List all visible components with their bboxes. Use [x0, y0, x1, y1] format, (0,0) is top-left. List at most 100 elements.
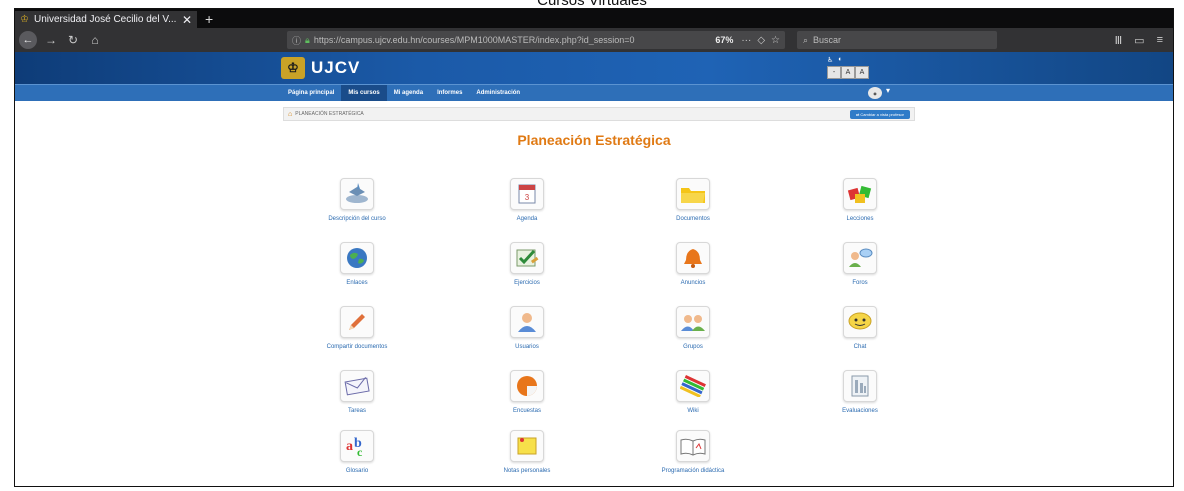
contrast-icon[interactable]: ◐	[838, 56, 842, 64]
tool-glossary[interactable]: abc Glosario	[282, 430, 432, 474]
tool-wiki[interactable]: Wiki	[618, 370, 768, 414]
book-icon	[676, 430, 710, 462]
menu-item-home[interactable]: Página principal	[281, 85, 341, 101]
navigation-bar: ← → ↻ ⌂ ⓘ 🔒︎ https://campus.ujcv.edu.hn/…	[15, 28, 1173, 52]
tool-label: Glosario	[345, 468, 369, 474]
address-bar[interactable]: ⓘ 🔒︎ https://campus.ujcv.edu.hn/courses/…	[287, 31, 785, 49]
tool-assignments[interactable]: Tareas	[282, 370, 432, 414]
toolbar-right: Ⅲ ▭ ≡	[1115, 34, 1169, 47]
tool-teaching-schedule[interactable]: Programación didáctica	[618, 430, 768, 474]
tool-label: Encuestas	[512, 408, 542, 414]
main-menu: Página principal Mis cursos Mi agenda In…	[281, 85, 527, 101]
breadcrumb-home-icon[interactable]: ⌂	[288, 111, 292, 118]
close-tab-icon[interactable]: ✕	[182, 13, 192, 27]
tool-share-documents[interactable]: Compartir documentos	[282, 306, 432, 350]
zoom-level[interactable]: 67%	[715, 35, 733, 45]
wiki-icon	[676, 370, 710, 402]
breadcrumb-course[interactable]: PLANEACIÓN ESTRATÉGICA	[295, 111, 364, 117]
tool-forums[interactable]: Foros	[785, 242, 935, 286]
tool-users[interactable]: Usuarios	[452, 306, 602, 350]
library-icon[interactable]: Ⅲ	[1115, 34, 1123, 47]
site-logo[interactable]: ♔ UJCV	[281, 57, 360, 79]
info-icon[interactable]: ⓘ	[292, 34, 301, 47]
tool-groups[interactable]: Grupos	[618, 306, 768, 350]
calendar-icon: 3	[510, 178, 544, 210]
menu-item-my-courses[interactable]: Mis cursos	[341, 85, 387, 101]
tool-label: Lecciones	[846, 216, 874, 222]
tool-links[interactable]: Enlaces	[282, 242, 432, 286]
search-box[interactable]: ⌕ Buscar	[797, 31, 997, 49]
font-normal-button[interactable]: A	[841, 66, 855, 79]
tool-label: Descripción del curso	[328, 216, 386, 222]
tool-documents[interactable]: Documentos	[618, 178, 768, 222]
tool-personal-notes[interactable]: Notas personales	[452, 430, 602, 474]
tool-announcements[interactable]: Anuncios	[618, 242, 768, 286]
tool-label: Grupos	[683, 344, 703, 350]
reload-icon[interactable]: ↻	[65, 33, 81, 47]
menu-item-administration[interactable]: Administración	[469, 85, 527, 101]
accessibility-icons: ♿︎ ◐	[827, 56, 869, 64]
pencil-icon	[340, 306, 374, 338]
bell-icon	[676, 242, 710, 274]
font-decrease-button[interactable]: -	[827, 66, 841, 79]
tool-label: Agenda	[516, 216, 538, 222]
menu-item-agenda[interactable]: Mi agenda	[387, 85, 430, 101]
svg-text:3: 3	[525, 193, 530, 202]
tool-chat[interactable]: Chat	[785, 306, 935, 350]
svg-text:c: c	[357, 445, 363, 458]
tool-label: Programación didáctica	[661, 468, 725, 474]
tool-label: Chat	[853, 344, 867, 350]
tool-label: Documentos	[676, 216, 710, 222]
accessibility-controls: ♿︎ ◐ - A A	[827, 56, 869, 79]
logo-text: UJCV	[311, 58, 361, 77]
user-menu-caret-icon[interactable]: ▾	[886, 86, 890, 95]
tool-evaluations[interactable]: Evaluaciones	[785, 370, 935, 414]
page-actions: ··· ◇ ☆	[741, 35, 780, 46]
switch-role-label: Cambiar a vista profesor	[860, 111, 904, 117]
tool-label: Ejercicios	[514, 280, 540, 286]
site-favicon-icon: ♔	[20, 14, 29, 25]
folder-icon	[676, 178, 710, 210]
sidebar-icon[interactable]: ▭	[1134, 34, 1144, 47]
tool-course-description[interactable]: Descripción del curso	[282, 178, 432, 222]
main-menu-bar: Página principal Mis cursos Mi agenda In…	[15, 84, 1173, 101]
tool-label: Anuncios	[680, 280, 706, 286]
new-tab-button[interactable]: +	[205, 11, 213, 27]
back-icon[interactable]: ←	[19, 31, 37, 49]
user-icon	[510, 306, 544, 338]
bookmark-star-icon[interactable]: ☆	[771, 35, 780, 46]
hamburger-menu-icon[interactable]: ≡	[1157, 34, 1163, 47]
tool-exercises[interactable]: Ejercicios	[452, 242, 602, 286]
tool-surveys[interactable]: Encuestas	[452, 370, 602, 414]
pocket-icon[interactable]: ◇	[757, 35, 765, 46]
forward-icon[interactable]: →	[43, 33, 59, 47]
breadcrumb: ⌂ PLANEACIÓN ESTRATÉGICA ⇄ Cambiar a vis…	[283, 107, 915, 121]
more-actions-icon[interactable]: ···	[741, 35, 751, 46]
tool-lessons[interactable]: Lecciones	[785, 178, 935, 222]
forum-icon	[843, 242, 877, 274]
switch-role-button[interactable]: ⇄ Cambiar a vista profesor	[849, 109, 910, 119]
course-home: ⌂ PLANEACIÓN ESTRATÉGICA ⇄ Cambiar a vis…	[15, 101, 1173, 474]
search-placeholder: Buscar	[813, 35, 842, 45]
url-text: https://campus.ujcv.edu.hn/courses/MPM10…	[313, 35, 635, 45]
envelope-icon	[340, 370, 374, 402]
tool-label: Notas personales	[503, 468, 551, 474]
survey-icon	[510, 370, 544, 402]
tool-label: Wiki	[687, 408, 699, 414]
user-avatar[interactable]: ◉	[868, 87, 882, 99]
chat-icon	[843, 306, 877, 338]
site-banner: ♔ UJCV ♿︎ ◐ - A A	[15, 52, 1173, 84]
tool-agenda[interactable]: 3 Agenda	[452, 178, 602, 222]
accessibility-icon[interactable]: ♿︎	[827, 56, 833, 64]
font-increase-button[interactable]: A	[855, 66, 869, 79]
browser-tab[interactable]: ♔ Universidad José Cecilio del V... ✕	[15, 11, 197, 28]
tool-label: Compartir documentos	[326, 344, 388, 350]
lock-icon[interactable]: 🔒︎	[305, 35, 310, 46]
tool-label: Tareas	[347, 408, 366, 414]
globe-icon	[340, 242, 374, 274]
tab-title: Universidad José Cecilio del V...	[33, 14, 177, 25]
group-icon	[676, 306, 710, 338]
search-icon: ⌕	[803, 34, 809, 45]
home-icon[interactable]: ⌂	[87, 33, 103, 47]
menu-item-reports[interactable]: Informes	[430, 85, 469, 101]
